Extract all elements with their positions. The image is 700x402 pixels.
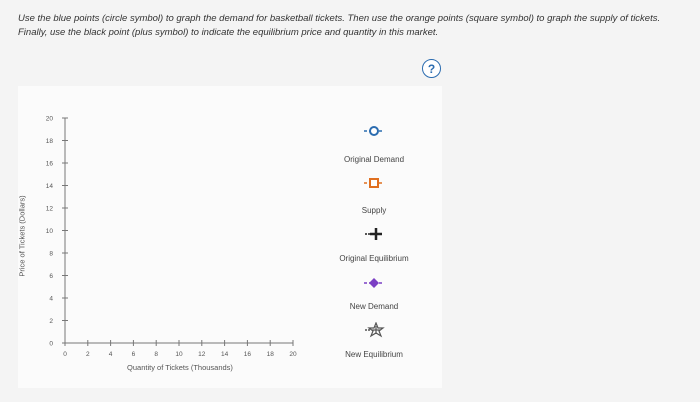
original-demand-tool-icon[interactable] [363, 124, 385, 138]
new-equilibrium-tool-icon[interactable] [363, 322, 385, 338]
x-tick-label: 18 [267, 351, 275, 358]
y-tick-label: 20 [46, 116, 54, 123]
y-tick-label: 8 [49, 251, 53, 258]
legend-label-supply: Supply [361, 206, 387, 215]
x-tick-label: 6 [132, 351, 136, 358]
x-tick-label: 4 [109, 351, 113, 358]
y-tick-label: 10 [46, 228, 54, 235]
y-tick-label: 18 [46, 138, 54, 145]
legend-label-new-equilibrium: New Equilibrium [345, 350, 403, 359]
x-tick-label: 16 [244, 351, 252, 358]
y-tick-label: 6 [49, 273, 53, 280]
y-tick-label: 2 [49, 318, 53, 325]
x-tick-label: 12 [198, 351, 206, 358]
x-axis-label: Quantity of Tickets (Thousands) [127, 363, 233, 372]
y-tick-label: 12 [46, 206, 54, 213]
x-tick-label: 8 [154, 351, 158, 358]
x-tick-label: 0 [63, 351, 67, 358]
legend-label-original-demand: Original Demand [343, 155, 405, 164]
graph-area[interactable]: 0 2 4 6 8 10 12 14 16 18 20 0 2 4 6 8 10 12 14 16 18 20 [0, 0, 700, 402]
y-tick-label: 14 [46, 183, 54, 190]
y-tick-label: 16 [46, 161, 54, 168]
x-tick-label: 10 [175, 351, 183, 358]
legend-label-original-equilibrium: Original Equilibrium [339, 254, 409, 263]
x-tick-label: 2 [86, 351, 90, 358]
x-tick-label: 14 [221, 351, 229, 358]
original-equilibrium-tool-icon[interactable] [363, 226, 385, 242]
supply-tool-icon[interactable] [363, 176, 385, 190]
new-demand-tool-icon[interactable] [363, 276, 385, 290]
y-axis-label: Price of Tickets (Dollars) [17, 195, 27, 277]
y-tick-label: 0 [49, 341, 53, 348]
x-tick-label: 20 [289, 351, 297, 358]
legend-label-new-demand: New Demand [349, 302, 399, 311]
y-tick-label: 4 [49, 296, 53, 303]
